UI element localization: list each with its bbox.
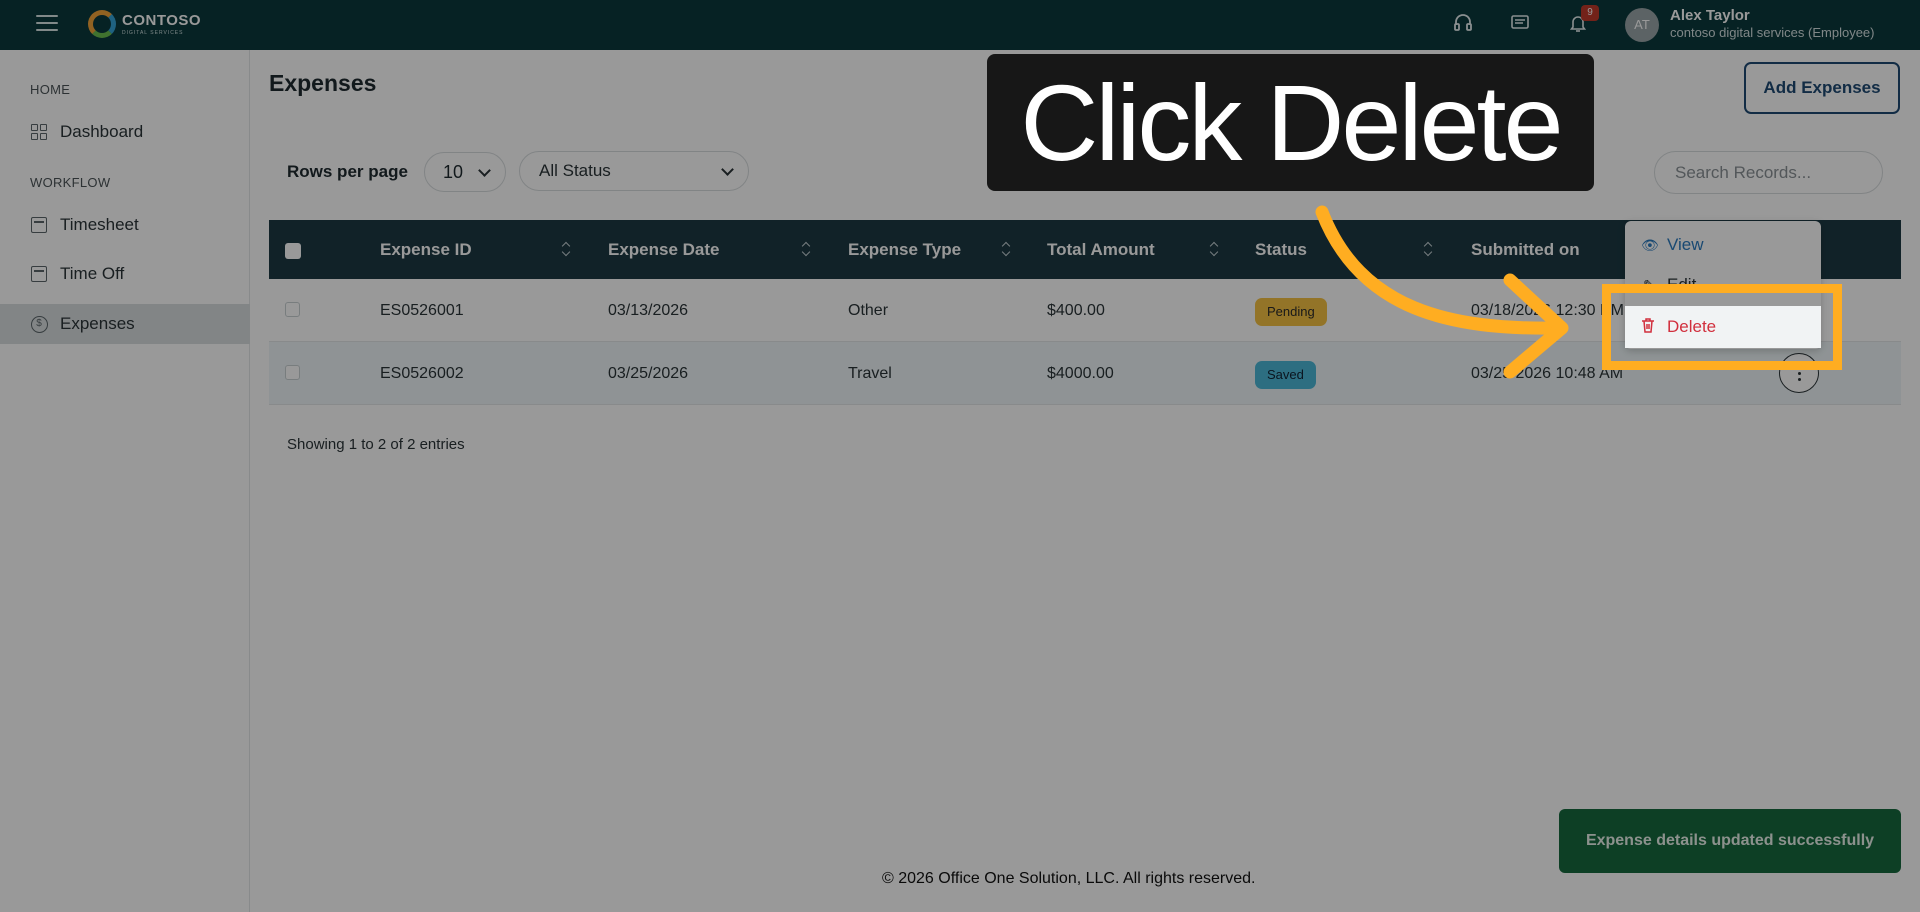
avatar[interactable]: AT bbox=[1625, 8, 1659, 42]
column-header-expense-id[interactable]: Expense ID bbox=[380, 220, 472, 279]
sidebar-item-expenses[interactable]: $ Expenses bbox=[0, 304, 250, 344]
top-bar: CONTOSO DIGITAL SERVICES 9 AT Alex Taylo… bbox=[0, 0, 1920, 50]
status-filter-select[interactable]: All Status bbox=[519, 151, 749, 191]
hamburger-menu-icon[interactable] bbox=[36, 12, 58, 34]
column-header-expense-type[interactable]: Expense Type bbox=[848, 220, 961, 279]
rows-per-page-value: 10 bbox=[443, 161, 464, 182]
rows-per-page-label: Rows per page bbox=[287, 162, 408, 181]
sidebar-item-dashboard[interactable]: Dashboard bbox=[0, 112, 250, 152]
sidebar-item-time-off[interactable]: Time Off bbox=[0, 254, 250, 294]
total-amount-cell: $4000.00 bbox=[1047, 365, 1114, 382]
sort-icon[interactable] bbox=[1002, 241, 1010, 257]
user-organization: contoso digital services (Employee) bbox=[1670, 25, 1875, 40]
logo-text: CONTOSO bbox=[122, 12, 202, 29]
submitted-on-cell: 03/25/2026 10:48 AM bbox=[1471, 365, 1624, 382]
tutorial-highlight-box bbox=[1602, 284, 1842, 370]
column-header-expense-date[interactable]: Expense Date bbox=[608, 220, 720, 279]
messages-icon[interactable] bbox=[1509, 13, 1531, 35]
notification-count-badge: 9 bbox=[1581, 5, 1599, 21]
sort-icon[interactable] bbox=[1424, 241, 1432, 257]
table-entries-summary: Showing 1 to 2 of 2 entries bbox=[287, 436, 465, 453]
headset-support-icon[interactable] bbox=[1452, 13, 1474, 35]
expense-date-cell: 03/25/2026 bbox=[608, 365, 689, 382]
add-expenses-button[interactable]: Add Expenses bbox=[1744, 62, 1900, 114]
success-toast: Expense details updated successfully bbox=[1559, 809, 1901, 873]
logo-subtext: DIGITAL SERVICES bbox=[122, 30, 184, 36]
sort-icon[interactable] bbox=[562, 241, 570, 257]
page-title: Expenses bbox=[269, 70, 377, 96]
sidebar-item-label: Dashboard bbox=[60, 122, 144, 141]
search-input[interactable] bbox=[1654, 151, 1883, 194]
sidebar-section-workflow: WORKFLOW bbox=[30, 175, 111, 190]
total-amount-cell: $400.00 bbox=[1047, 302, 1105, 319]
dashboard-grid-icon bbox=[30, 123, 48, 141]
sort-icon[interactable] bbox=[802, 241, 810, 257]
dollar-coin-icon: $ bbox=[30, 315, 48, 333]
status-badge: Saved bbox=[1255, 361, 1316, 389]
expense-date-cell: 03/13/2026 bbox=[608, 302, 689, 319]
chevron-down-icon bbox=[721, 163, 734, 176]
sort-icon[interactable] bbox=[1210, 241, 1218, 257]
tutorial-instruction-callout: Click Delete bbox=[987, 54, 1594, 191]
rows-per-page-select[interactable]: 10 bbox=[424, 152, 506, 192]
select-all-checkbox[interactable] bbox=[285, 243, 301, 259]
menu-item-view[interactable]: 👁 View bbox=[1625, 225, 1821, 265]
user-name[interactable]: Alex Taylor bbox=[1670, 7, 1750, 24]
column-header-status[interactable]: Status bbox=[1255, 220, 1307, 279]
column-header-total-amount[interactable]: Total Amount bbox=[1047, 220, 1155, 279]
time-off-calendar-icon bbox=[30, 265, 48, 283]
sidebar-section-home: HOME bbox=[30, 82, 71, 97]
expense-id-cell: ES0526001 bbox=[380, 302, 464, 319]
logo-mark-icon bbox=[88, 10, 116, 38]
company-logo[interactable]: CONTOSO DIGITAL SERVICES bbox=[88, 10, 201, 38]
timesheet-calendar-icon bbox=[30, 216, 48, 234]
sidebar-item-label: Time Off bbox=[60, 264, 125, 283]
eye-icon: 👁 bbox=[1641, 237, 1659, 253]
sidebar-item-label: Expenses bbox=[60, 314, 135, 333]
status-filter-value: All Status bbox=[539, 161, 611, 180]
status-badge: Pending bbox=[1255, 298, 1327, 326]
footer-copyright: © 2026 Office One Solution, LLC. All rig… bbox=[882, 870, 1256, 887]
sidebar: HOME Dashboard WORKFLOW Timesheet Time O… bbox=[0, 50, 250, 912]
expense-id-cell: ES0526002 bbox=[380, 365, 464, 382]
sidebar-item-timesheet[interactable]: Timesheet bbox=[0, 205, 250, 245]
row-checkbox[interactable] bbox=[285, 365, 300, 380]
expense-type-cell: Travel bbox=[848, 365, 892, 382]
expense-type-cell: Other bbox=[848, 302, 889, 319]
sidebar-item-label: Timesheet bbox=[60, 215, 139, 234]
menu-item-label: View bbox=[1667, 235, 1704, 254]
chevron-down-icon bbox=[478, 164, 491, 177]
column-header-submitted-on[interactable]: Submitted on bbox=[1471, 220, 1580, 279]
row-checkbox[interactable] bbox=[285, 302, 300, 317]
